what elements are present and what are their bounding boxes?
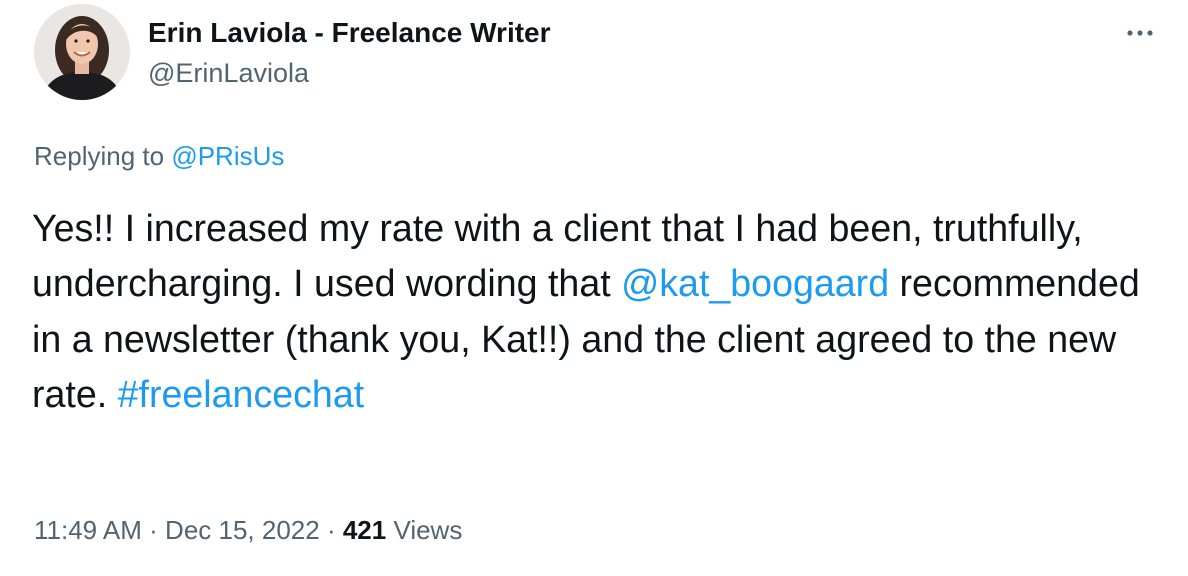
tweet-time[interactable]: 11:49 AM — [34, 515, 142, 545]
reply-mention-link[interactable]: @PRisUs — [171, 141, 284, 171]
views-count: 421 — [342, 515, 387, 545]
more-horizontal-icon — [1127, 30, 1153, 36]
author-display-name[interactable]: Erin Laviola - Freelance Writer — [148, 16, 551, 50]
tweet-hashtag-link[interactable]: #freelancechat — [118, 373, 365, 415]
more-options-button[interactable] — [1118, 18, 1162, 48]
author-avatar[interactable] — [34, 4, 130, 100]
views-label: Views — [386, 515, 463, 545]
replying-to-label: Replying to — [34, 141, 172, 171]
tweet-mention-link[interactable]: @kat_boogaard — [621, 262, 889, 304]
meta-separator: · — [141, 515, 166, 545]
tweet-text: Yes!! I increased my rate with a client … — [32, 201, 1162, 423]
profile-photo-icon — [34, 4, 130, 100]
tweet-date[interactable]: Dec 15, 2022 — [165, 515, 320, 545]
author-handle[interactable]: @ErinLaviola — [148, 56, 309, 90]
tweet-card: Erin Laviola - Freelance Writer @ErinLav… — [0, 0, 1188, 576]
meta-separator: · — [319, 515, 343, 545]
tweet-metadata: 11:49 AM · Dec 15, 2022 · 421 Views — [34, 513, 462, 547]
replying-to-line: Replying to @PRisUs — [34, 140, 284, 172]
